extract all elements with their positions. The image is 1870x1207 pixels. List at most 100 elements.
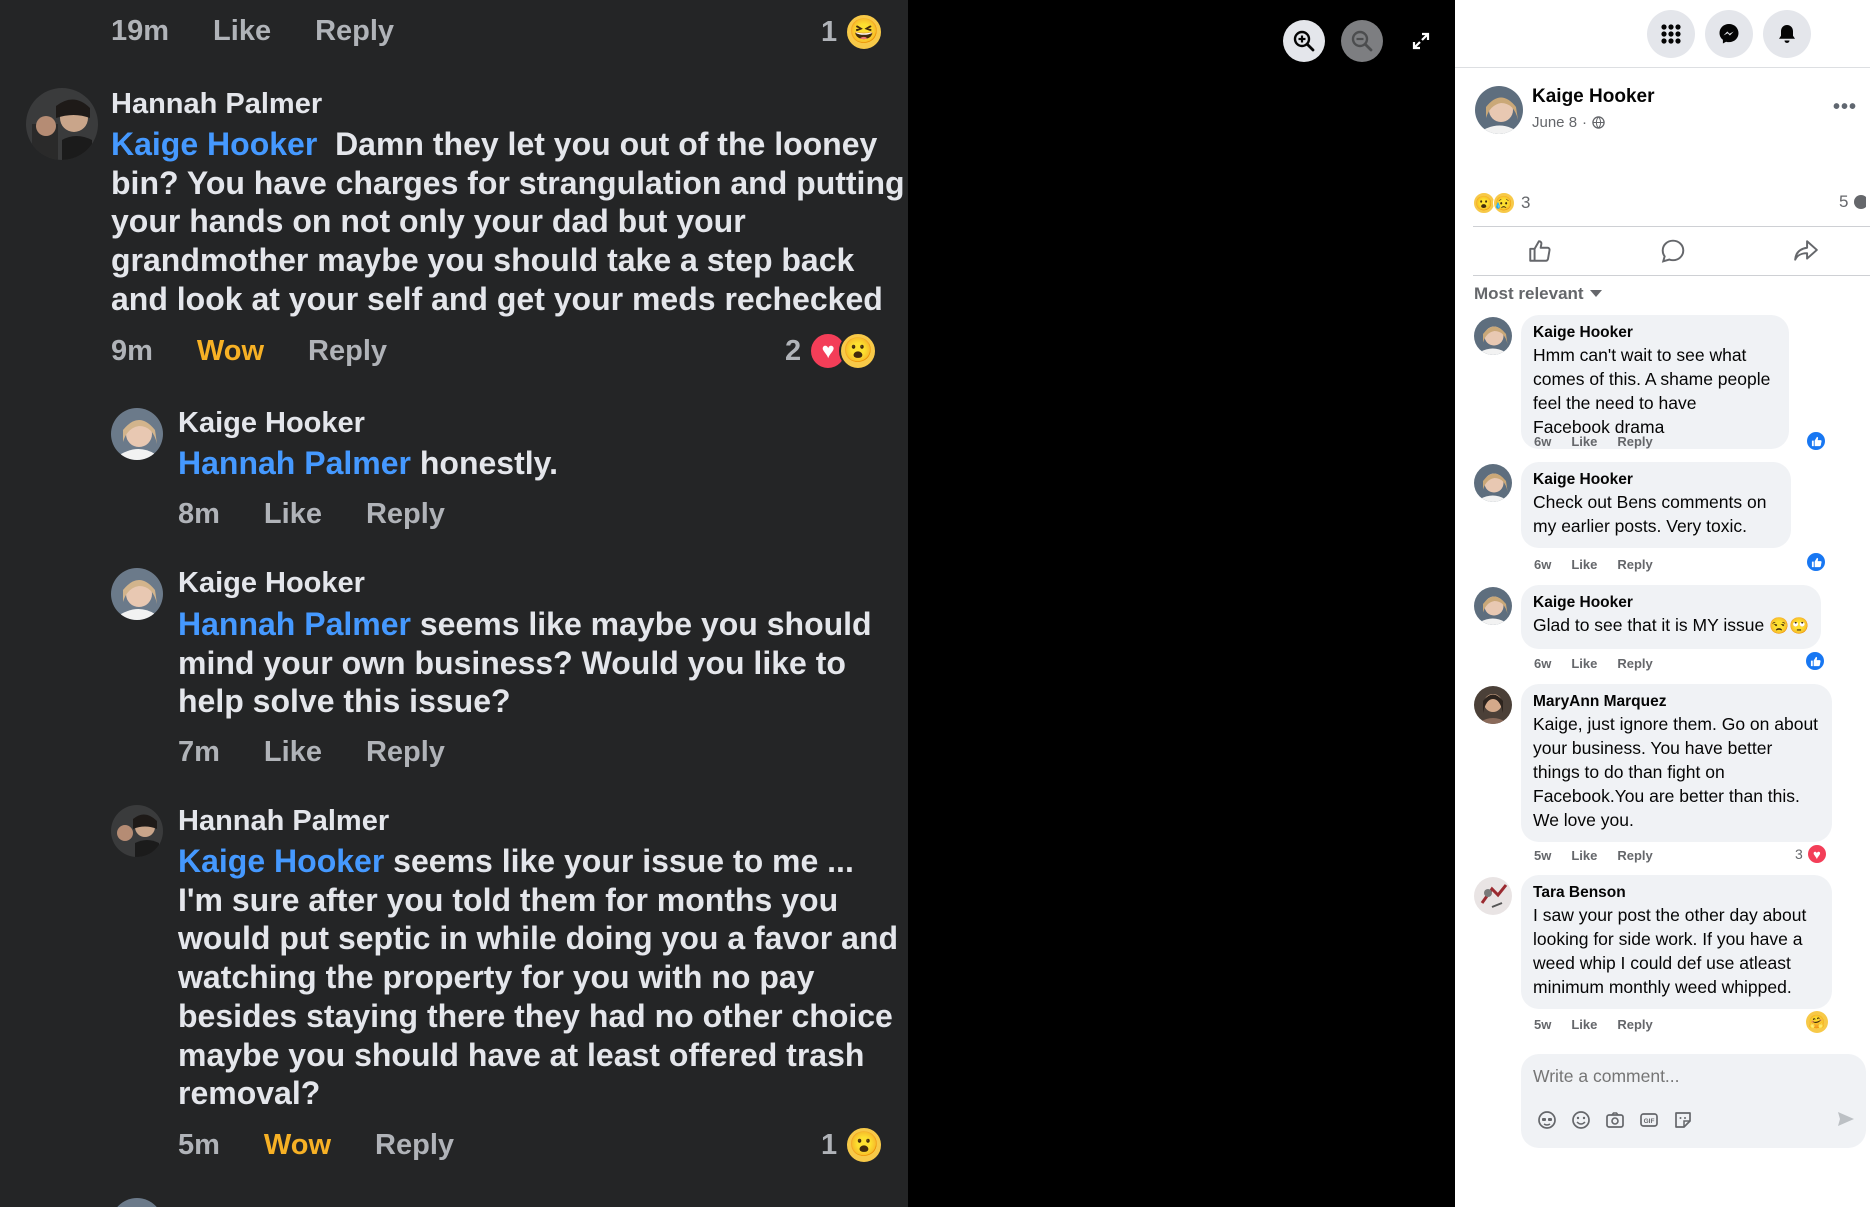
post-date[interactable]: June 8 bbox=[1532, 114, 1577, 131]
sticker-icon bbox=[1675, 1112, 1691, 1128]
share-button[interactable] bbox=[1740, 227, 1870, 275]
comment-reactions[interactable] bbox=[1805, 430, 1827, 452]
commenter-name[interactable]: Kaige Hooker bbox=[1533, 323, 1777, 343]
commenter-name[interactable]: Kaige Hooker bbox=[1533, 593, 1809, 613]
comment-line: watching the property for you with no pa… bbox=[178, 959, 815, 996]
comment-text: Hannah Palmer honestly. bbox=[178, 444, 558, 483]
like-link[interactable]: Like bbox=[1571, 557, 1597, 572]
mention-link: Kaige Hooker bbox=[178, 843, 385, 879]
reaction-summary: 1 😆 bbox=[821, 13, 884, 51]
comment-avatar[interactable] bbox=[1474, 877, 1512, 915]
reaction-count: 1 bbox=[821, 15, 838, 48]
comment-line: would put septic in while doing you a fa… bbox=[178, 920, 899, 957]
share-icon bbox=[1794, 240, 1819, 261]
like-link[interactable]: Like bbox=[1571, 656, 1597, 671]
commenter-name[interactable]: MaryAnn Marquez bbox=[1533, 692, 1820, 712]
comment-reactions[interactable] bbox=[1805, 551, 1827, 573]
comment-line: grandmother maybe you should take a step… bbox=[111, 242, 855, 279]
comment-line: I'm sure after you told them for months … bbox=[178, 881, 839, 918]
comment-sort-dropdown[interactable]: Most relevant bbox=[1474, 284, 1602, 304]
comment-icon bbox=[1661, 239, 1685, 263]
wow-emoji-icon: 😮 bbox=[1473, 192, 1495, 214]
comment-avatar[interactable] bbox=[1474, 464, 1512, 502]
comment-time[interactable]: 6w bbox=[1534, 656, 1551, 671]
zoom-out-button[interactable] bbox=[1341, 20, 1383, 62]
comment-meta: 7m Like Reply bbox=[178, 736, 489, 769]
comment-text: Check out Bens comments on my earlier po… bbox=[1533, 492, 1767, 536]
fullscreen-button[interactable] bbox=[1400, 20, 1442, 62]
comment-reactions[interactable]: 3 ♥ bbox=[1795, 843, 1828, 865]
post-action-bar bbox=[1473, 226, 1870, 276]
sticker-button[interactable] bbox=[1671, 1108, 1695, 1132]
commenter-name[interactable]: Kaige Hooker bbox=[1533, 470, 1779, 490]
reaction-summary: 2 ♥ 😮 bbox=[785, 332, 878, 370]
reply-link[interactable]: Reply bbox=[1617, 434, 1652, 449]
comment-line: honestly. bbox=[419, 445, 558, 481]
like-button[interactable] bbox=[1473, 227, 1606, 275]
comment-avatar[interactable] bbox=[1474, 686, 1512, 724]
messenger-button[interactable] bbox=[1705, 10, 1753, 58]
menu-button[interactable] bbox=[1647, 10, 1695, 58]
avatar bbox=[111, 408, 163, 460]
zoom-in-icon bbox=[1293, 30, 1315, 52]
comment-count[interactable]: 5 bbox=[1839, 192, 1867, 212]
comment-actions: 5w Like Reply bbox=[1534, 1017, 1673, 1032]
like-link[interactable]: Like bbox=[1571, 434, 1597, 449]
gif-button[interactable]: GIF bbox=[1637, 1108, 1661, 1132]
commenter-name[interactable]: Tara Benson bbox=[1533, 883, 1820, 903]
comment-reactions[interactable] bbox=[1804, 650, 1826, 672]
reply-link[interactable]: Reply bbox=[1617, 656, 1652, 671]
reply-link[interactable]: Reply bbox=[1617, 557, 1652, 572]
comment-input[interactable] bbox=[1533, 1066, 1833, 1087]
mention-link: Hannah Palmer bbox=[178, 445, 411, 481]
comment-avatar[interactable] bbox=[1474, 587, 1512, 625]
reply-link: Reply bbox=[375, 1129, 455, 1161]
comment-line: seems like your issue to me ... bbox=[393, 843, 854, 879]
comment-meta: 8m Like Reply bbox=[178, 498, 489, 531]
comment-text-value: Glad to see that it is MY issue bbox=[1533, 615, 1765, 635]
author-avatar[interactable] bbox=[1475, 86, 1523, 134]
comment-actions: 5w Like Reply bbox=[1534, 848, 1673, 863]
send-icon bbox=[1838, 1112, 1854, 1126]
comment-time[interactable]: 5w bbox=[1534, 1017, 1551, 1032]
photo-button[interactable] bbox=[1603, 1108, 1627, 1132]
reply-link[interactable]: Reply bbox=[1617, 848, 1652, 863]
post-details-panel: Kaige Hooker June 8 · ••• 😮 😥 3 5 Most r… bbox=[1455, 0, 1870, 1207]
send-button[interactable] bbox=[1833, 1106, 1859, 1132]
reply-link: Reply bbox=[365, 498, 445, 530]
globe-icon bbox=[1592, 116, 1605, 129]
camera-icon bbox=[1606, 1112, 1624, 1128]
reaction-summary[interactable]: 😮 😥 3 bbox=[1473, 192, 1530, 214]
mention-link: Hannah Palmer bbox=[178, 606, 411, 642]
comment-time[interactable]: 6w bbox=[1534, 434, 1551, 449]
more-options-button[interactable]: ••• bbox=[1833, 96, 1857, 119]
comment-line: besides staying there they had no other … bbox=[178, 997, 893, 1034]
comment-avatar[interactable] bbox=[1474, 317, 1512, 355]
comment-button[interactable] bbox=[1606, 227, 1739, 275]
avatar bbox=[111, 805, 163, 857]
comment-text: Kaige Hooker seems like your issue to me… bbox=[178, 842, 898, 1113]
comment-reactions[interactable]: 🤗 bbox=[1806, 1011, 1828, 1033]
like-reaction-icon bbox=[1804, 650, 1826, 672]
notifications-button[interactable] bbox=[1763, 10, 1811, 58]
reaction-count: 3 bbox=[1795, 846, 1803, 862]
wow-reaction-label: Wow bbox=[196, 335, 265, 367]
reply-link[interactable]: Reply bbox=[1617, 1017, 1652, 1032]
comment-time[interactable]: 5w bbox=[1534, 848, 1551, 863]
like-link[interactable]: Like bbox=[1571, 848, 1597, 863]
like-link[interactable]: Like bbox=[1571, 1017, 1597, 1032]
expand-icon bbox=[1412, 32, 1430, 50]
comment-time[interactable]: 6w bbox=[1534, 557, 1551, 572]
comment-meta: 5m Wow Reply bbox=[178, 1129, 498, 1162]
comment-bubble-icon bbox=[1854, 195, 1867, 209]
avatar bbox=[26, 88, 98, 160]
comment-line: Damn they let you out of the looney bbox=[335, 126, 878, 162]
comment-composer: GIF bbox=[1521, 1054, 1866, 1148]
zoom-in-button[interactable] bbox=[1283, 20, 1325, 62]
avatar-sticker-button[interactable] bbox=[1535, 1108, 1559, 1132]
post-author-name[interactable]: Kaige Hooker bbox=[1532, 86, 1654, 108]
emoji-button[interactable] bbox=[1569, 1108, 1593, 1132]
like-icon bbox=[1528, 240, 1551, 262]
mention-link: Kaige Hooker bbox=[111, 126, 318, 162]
caret-down-icon bbox=[1589, 290, 1602, 297]
